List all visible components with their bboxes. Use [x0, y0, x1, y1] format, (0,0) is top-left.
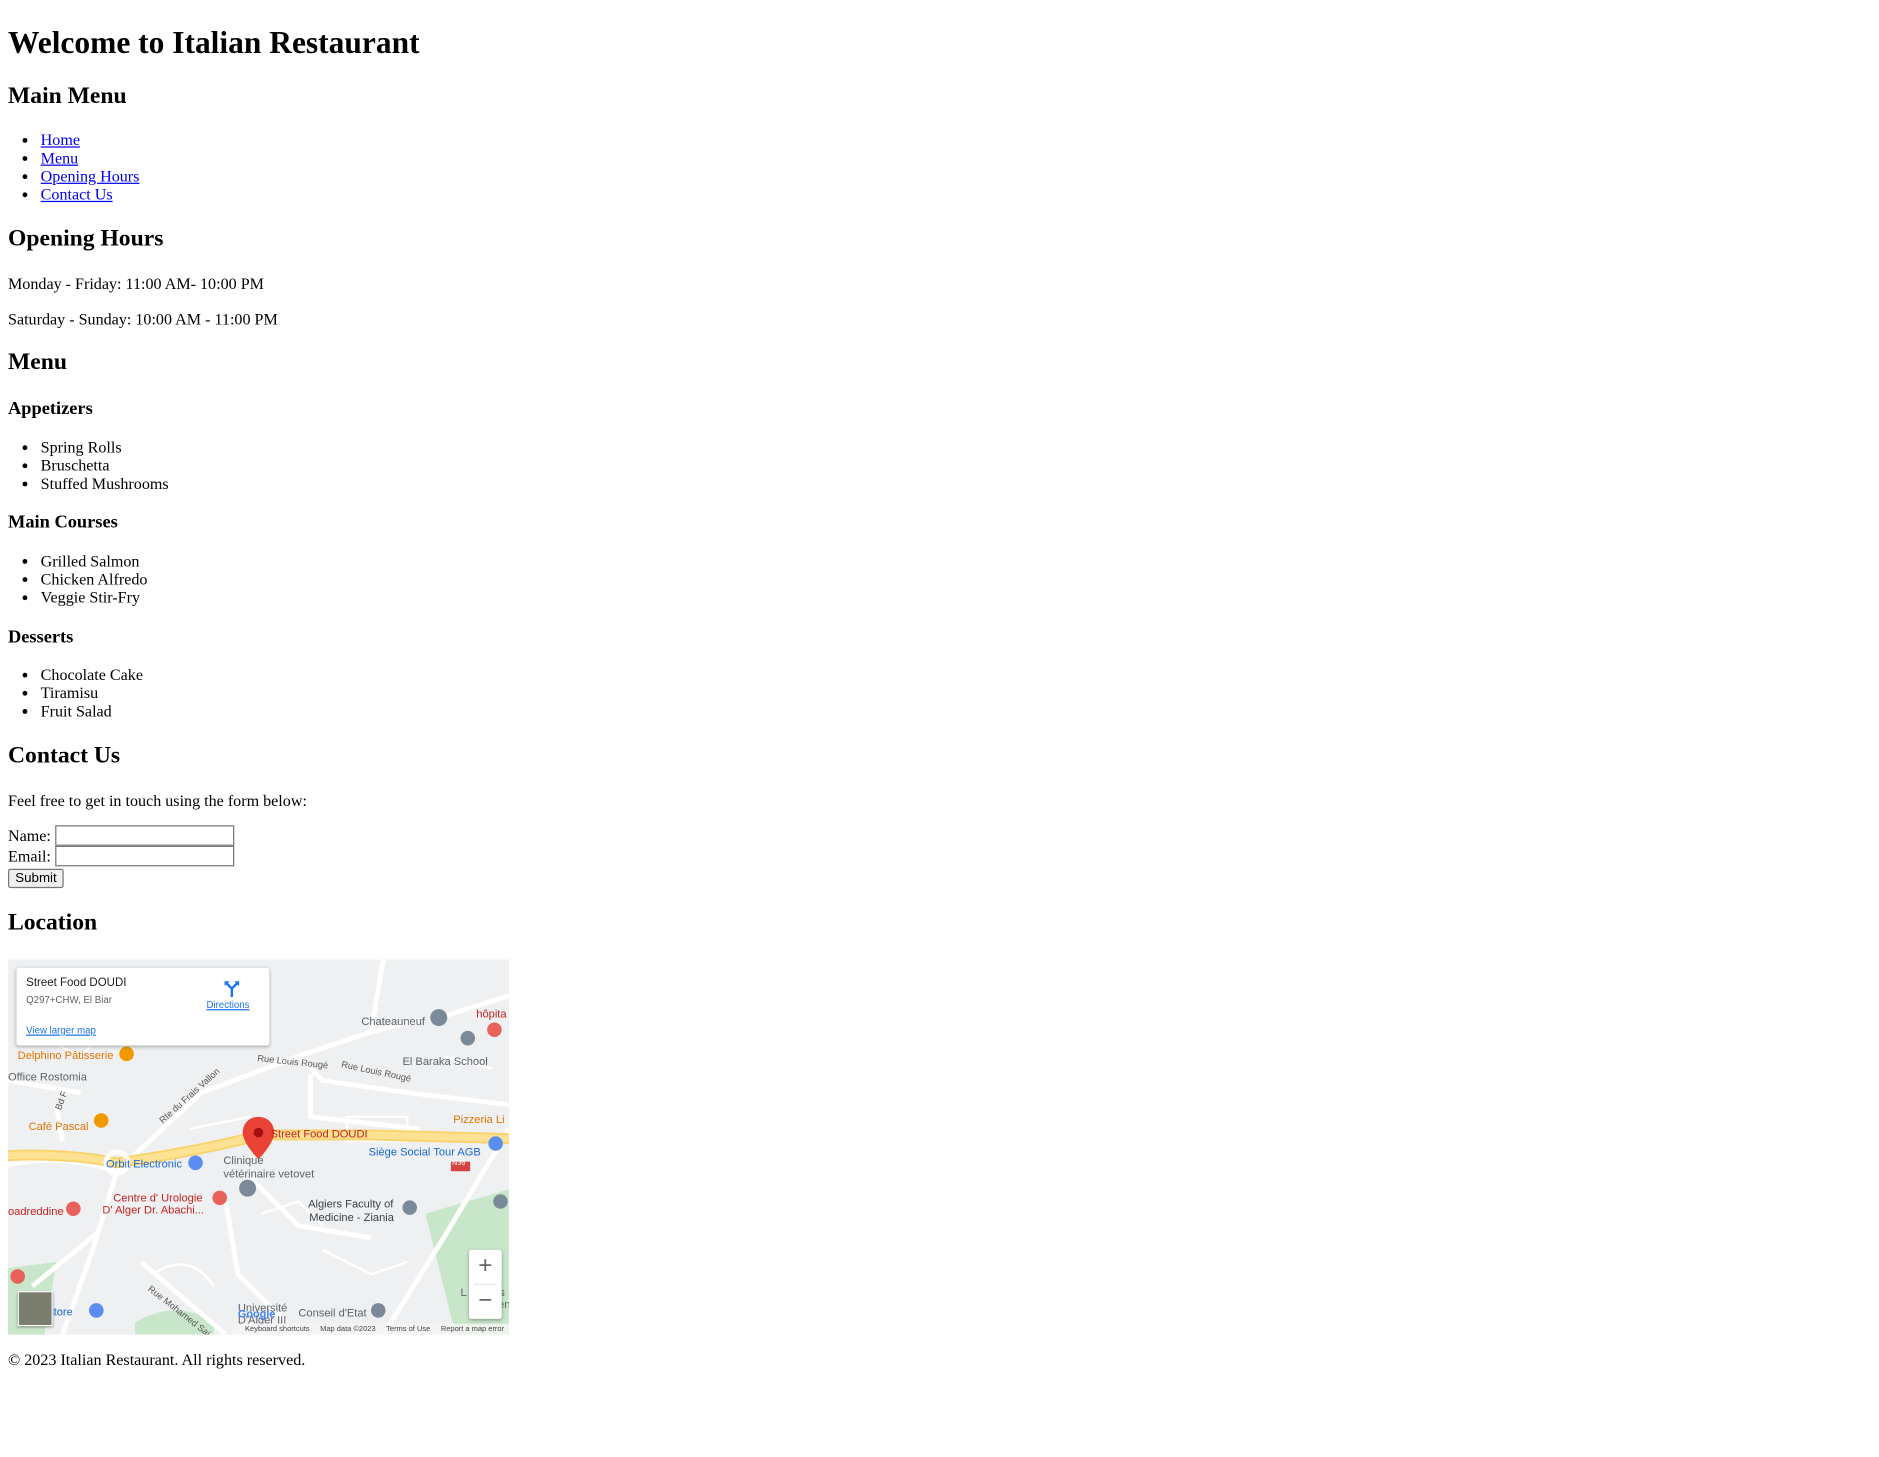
map-label: Clinique: [223, 1154, 264, 1167]
nav-item: Opening Hours: [41, 167, 1879, 186]
list-item: Bruschetta: [41, 456, 1879, 475]
map-label: Office Rostomia: [8, 1070, 87, 1083]
contact-heading: Contact Us: [8, 742, 121, 768]
map-label: vétérinaire vetovet: [223, 1167, 315, 1180]
zoom-in-icon[interactable]: +: [469, 1250, 502, 1284]
desserts-heading: Desserts: [8, 626, 74, 647]
nav-link-opening-hours[interactable]: Opening Hours: [41, 167, 140, 185]
satellite-thumbnail[interactable]: [17, 1290, 53, 1326]
map-label: L: [460, 1286, 467, 1299]
appetizers-list: Spring Rolls Bruschetta Stuffed Mushroom…: [8, 438, 1879, 493]
map-data-text: Map data ©2023: [320, 1324, 376, 1334]
list-item: Stuffed Mushrooms: [41, 474, 1879, 493]
embedded-map[interactable]: Chateauneuf hôpita Delphino Pâtisserie R…: [8, 959, 509, 1335]
place-address: Q297+CHW, El Biar: [26, 994, 112, 1006]
submit-button[interactable]: Submit: [8, 869, 64, 889]
weekend-hours: Saturday - Sunday: 10:00 AM - 11:00 PM: [8, 309, 278, 328]
list-item: Chicken Alfredo: [41, 570, 1879, 589]
map-label: Café Pascal: [28, 1120, 89, 1133]
email-field[interactable]: [55, 846, 235, 867]
report-error-link[interactable]: Report a map error: [441, 1325, 504, 1333]
nav-link-contact-us[interactable]: Contact Us: [41, 185, 113, 203]
nav-link-home[interactable]: Home: [41, 131, 80, 149]
map-label: Delphino Pâtisserie: [17, 1048, 114, 1061]
appetizers-heading: Appetizers: [8, 398, 93, 420]
map-label: Centre d' Urologie: [113, 1191, 203, 1204]
place-info-card: Street Food DOUDI Q297+CHW, El Biar View…: [16, 967, 270, 1046]
map-attribution: Keyboard shortcuts Map data ©2023 Terms …: [231, 1323, 509, 1335]
location-heading: Location: [8, 910, 98, 936]
email-label: Email:: [8, 846, 51, 865]
map-label: Medicine - Ziania: [309, 1211, 394, 1224]
terms-of-use-link[interactable]: Terms of Use: [386, 1325, 430, 1333]
zoom-out-icon[interactable]: −: [469, 1285, 502, 1319]
list-item: Spring Rolls: [41, 438, 1879, 457]
contact-form: Name: Email: Submit: [8, 825, 1879, 889]
nav-item: Contact Us: [41, 185, 1879, 204]
name-row: Name:: [8, 825, 1879, 847]
footer: © 2023 Italian Restaurant. All rights re…: [8, 1350, 1879, 1368]
menu-heading: Menu: [8, 349, 67, 375]
directions-icon[interactable]: [223, 979, 242, 998]
list-item: Chocolate Cake: [41, 666, 1879, 685]
map-label: Orbit Electronic: [106, 1157, 183, 1170]
main-courses-heading: Main Courses: [8, 512, 118, 533]
contact-intro: Feel free to get in touch using the form…: [8, 791, 307, 810]
map-label: N36: [452, 1160, 466, 1168]
map-label: El Baraka School: [402, 1054, 488, 1068]
nav-item: Home: [41, 131, 1879, 150]
map-label: hôpita: [476, 1007, 507, 1020]
map-label: Siège Social Tour AGB: [368, 1145, 481, 1158]
page-title: Welcome to Italian Restaurant: [8, 25, 420, 61]
main-menu-heading: Main Menu: [8, 83, 127, 109]
zoom-control: + −: [469, 1249, 502, 1319]
list-item: Grilled Salmon: [41, 552, 1879, 571]
map-label: Chateauneuf: [361, 1014, 425, 1028]
nav-link-menu[interactable]: Menu: [41, 149, 79, 167]
main-menu-list: Home Menu Opening Hours Contact Us: [8, 131, 1879, 204]
name-label: Name:: [8, 825, 51, 845]
name-field[interactable]: [55, 825, 235, 847]
email-row: Email:: [8, 846, 1879, 867]
map-label: D' Alger Dr. Abachi...: [102, 1203, 204, 1216]
list-item: Veggie Stir-Fry: [41, 588, 1879, 607]
main-courses-list: Grilled Salmon Chicken Alfredo Veggie St…: [8, 552, 1879, 607]
google-logo: Google: [237, 1307, 276, 1320]
list-item: Fruit Salad: [41, 702, 1879, 721]
place-name: Street Food DOUDI: [26, 976, 127, 990]
opening-hours-heading: Opening Hours: [8, 226, 164, 252]
directions-link[interactable]: Directions: [206, 999, 249, 1010]
map-label: Algiers Faculty of: [308, 1197, 394, 1210]
desserts-list: Chocolate Cake Tiramisu Fruit Salad: [8, 666, 1879, 721]
footer-text: © 2023 Italian Restaurant. All rights re…: [8, 1350, 306, 1369]
map-label: Conseil d'Etat: [298, 1306, 367, 1319]
map-label: oadreddine: [8, 1204, 64, 1218]
map-label: Street Food DOUDI: [270, 1127, 368, 1140]
view-larger-map-link[interactable]: View larger map: [26, 1025, 96, 1036]
nav-item: Menu: [41, 149, 1879, 168]
list-item: Tiramisu: [41, 684, 1879, 703]
map-label: Pizzeria Li: [453, 1112, 505, 1126]
keyboard-shortcuts-link[interactable]: Keyboard shortcuts: [245, 1325, 310, 1333]
weekday-hours: Monday - Friday: 11:00 AM- 10:00 PM: [8, 275, 264, 294]
page: Welcome to Italian Restaurant Main Menu …: [8, 0, 1879, 1384]
